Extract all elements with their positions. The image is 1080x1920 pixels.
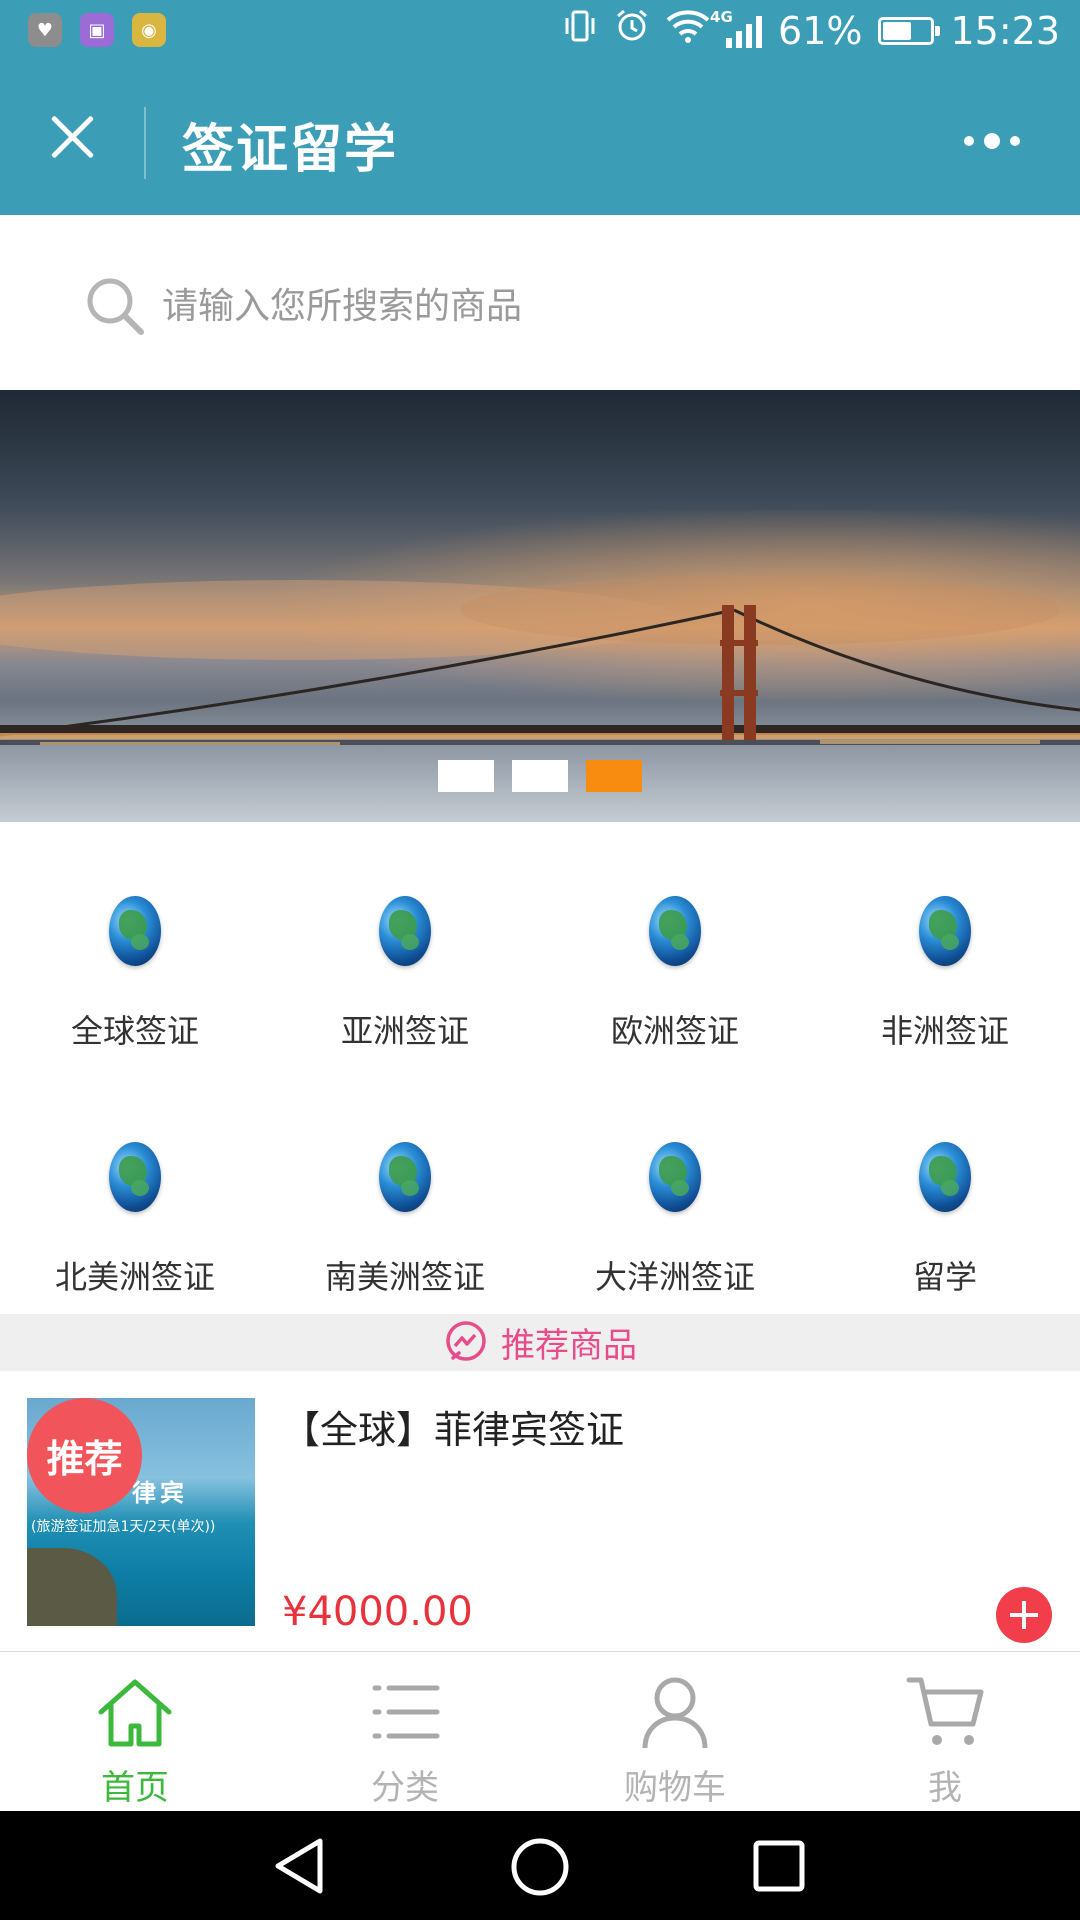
nav-home[interactable]: 首页	[0, 1652, 270, 1812]
carousel-dot[interactable]	[586, 760, 642, 792]
vibrate-icon	[562, 8, 598, 53]
carousel-dot[interactable]	[438, 760, 494, 792]
nav-home-label: 首页	[101, 1768, 169, 1808]
back-icon[interactable]	[272, 1837, 328, 1895]
category-item[interactable]: 欧洲签证	[540, 866, 810, 1066]
nav-cart-label: 购物车	[624, 1768, 726, 1808]
product-price: ¥4000.00	[282, 1589, 473, 1635]
nav-category-label: 分类	[371, 1768, 439, 1808]
category-item[interactable]: 留学	[810, 1112, 1080, 1312]
category-grid: 全球签证 亚洲签证 欧洲签证 非洲签证 北美洲签证 南美洲签证 大洋洲签证 留学	[0, 822, 1080, 1314]
status-indicators: 4G 61% 15:23	[562, 8, 1060, 53]
globe-icon	[109, 896, 161, 966]
product-name[interactable]: 【全球】菲律宾签证	[282, 1399, 624, 1454]
list-icon	[372, 1685, 440, 1739]
gallery-app-icon: ▣	[80, 13, 114, 47]
battery-percent: 61%	[778, 8, 863, 53]
battery-icon	[878, 16, 941, 45]
globe-icon	[379, 896, 431, 966]
system-nav-bar	[0, 1811, 1080, 1920]
category-item[interactable]: 南美洲签证	[270, 1112, 540, 1312]
nav-me-label: 我	[928, 1768, 962, 1808]
page-title: 签证留学	[182, 120, 399, 180]
close-button[interactable]	[40, 105, 104, 169]
clock: 15:23	[950, 8, 1060, 53]
carousel-indicators	[438, 760, 642, 792]
carousel-dot[interactable]	[512, 760, 568, 792]
category-label: 非洲签证	[880, 1012, 1009, 1050]
category-label: 欧洲签证	[610, 1012, 739, 1050]
bottom-nav: 首页 分类 购物车 我	[0, 1651, 1080, 1812]
globe-icon	[649, 1142, 701, 1212]
title-divider	[144, 107, 146, 179]
title-bar: 签证留学	[0, 61, 1080, 215]
globe-icon	[109, 1142, 161, 1212]
user-icon	[642, 1677, 708, 1749]
category-label: 南美洲签证	[324, 1258, 485, 1296]
globe-icon	[379, 1142, 431, 1212]
recommended-header: 推荐商品	[0, 1314, 1080, 1371]
network-type: 4G	[710, 7, 733, 26]
category-item[interactable]: 非洲签证	[810, 866, 1080, 1066]
wifi-icon	[666, 8, 710, 53]
nav-cart[interactable]: 购物车	[540, 1652, 810, 1812]
alarm-icon	[614, 8, 650, 53]
home-circle-icon[interactable]	[510, 1837, 570, 1897]
home-icon	[98, 1679, 172, 1747]
category-label: 北美洲签证	[54, 1258, 215, 1296]
add-to-cart-button[interactable]	[996, 1587, 1052, 1643]
product-card[interactable]: 律宾 (旅游签证加急1天/2天(单次)) 推荐 【全球】菲律宾签证 ¥4000.…	[0, 1371, 1080, 1651]
trend-chat-icon	[446, 1320, 486, 1361]
recommend-badge: 推荐	[27, 1398, 142, 1513]
nav-me[interactable]: 我	[810, 1652, 1080, 1812]
category-item[interactable]: 北美洲签证	[0, 1112, 270, 1312]
notification-icons: ♥ ▣ ◉	[28, 13, 166, 47]
image-cliff	[27, 1548, 117, 1626]
category-label: 留学	[912, 1258, 977, 1296]
category-label: 全球签证	[70, 1012, 199, 1050]
globe-icon	[919, 896, 971, 966]
recents-icon[interactable]	[752, 1839, 806, 1893]
globe-icon	[649, 896, 701, 966]
signal-icon: 4G	[710, 8, 763, 48]
battery-fill	[883, 21, 912, 40]
heart-app-icon: ♥	[28, 13, 62, 47]
cart-icon	[906, 1677, 984, 1745]
search-icon[interactable]	[84, 275, 146, 337]
image-subtitle: (旅游签证加急1天/2天(单次))	[31, 1519, 216, 1535]
status-bar: ♥ ▣ ◉ 4G 61% 15:23	[0, 0, 1080, 61]
camera-app-icon: ◉	[132, 13, 166, 47]
recommended-title: 推荐商品	[501, 1326, 637, 1366]
search-bar	[0, 215, 1080, 390]
category-label: 大洋洲签证	[594, 1258, 755, 1296]
banner-carousel[interactable]	[0, 390, 1080, 822]
image-title: 律宾	[132, 1479, 188, 1507]
category-label: 亚洲签证	[340, 1012, 469, 1050]
category-item[interactable]: 亚洲签证	[270, 866, 540, 1066]
more-options-button[interactable]	[944, 121, 1040, 161]
nav-category[interactable]: 分类	[270, 1652, 540, 1812]
category-item[interactable]: 大洋洲签证	[540, 1112, 810, 1312]
search-input[interactable]	[160, 270, 1044, 342]
category-item[interactable]: 全球签证	[0, 866, 270, 1066]
globe-icon	[919, 1142, 971, 1212]
